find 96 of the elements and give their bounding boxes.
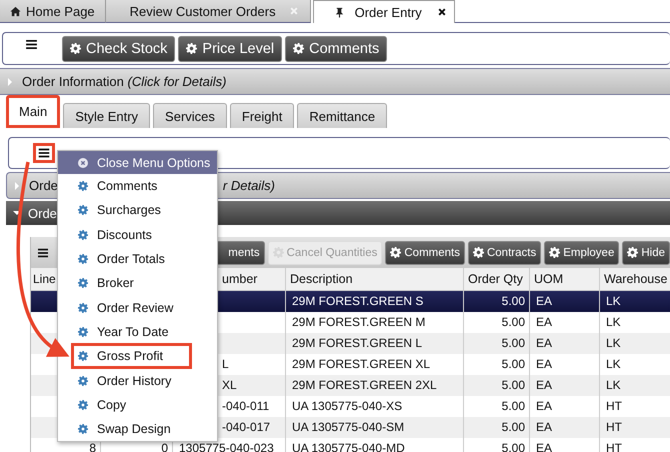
table-cell: UA 1305775-040-SM — [292, 420, 404, 434]
table-cell: 5.00 — [502, 315, 525, 329]
table-cell: LK — [606, 357, 621, 371]
table-cell: 5.00 — [502, 336, 525, 350]
column-header[interactable]: Warehouse — [604, 272, 668, 286]
table-cell: LK — [606, 336, 621, 350]
table-cell: EA — [536, 315, 552, 329]
table-cell: XL — [222, 378, 237, 392]
section-title: Order Information (Click for Details) — [22, 74, 226, 89]
expand-icon — [8, 78, 12, 86]
section-tab[interactable]: Main — [6, 95, 60, 128]
toolbar-button[interactable]: Price Level — [178, 36, 282, 62]
table-cell: -040-011 — [222, 399, 270, 413]
section-title: Orde — [29, 178, 58, 193]
gear-icon — [78, 254, 88, 264]
gear-icon — [78, 326, 88, 337]
gear-icon — [390, 247, 402, 258]
gear-icon — [78, 181, 88, 192]
table-cell: EA — [536, 399, 552, 413]
table-cell: UA 1305775-040-XS — [292, 399, 402, 413]
menu-icon[interactable] — [38, 246, 48, 258]
table-cell: EA — [536, 378, 552, 392]
section-title: Orde — [28, 206, 57, 220]
menu-item[interactable]: Order Totals — [71, 246, 172, 272]
expand-icon — [15, 182, 19, 190]
page-tab[interactable]: Order Entry — [312, 0, 455, 23]
section-tab[interactable]: Remittance — [297, 103, 388, 128]
menu-icon[interactable] — [33, 143, 55, 163]
gear-icon — [186, 43, 198, 54]
gear-icon — [78, 205, 88, 216]
close-icon — [78, 158, 88, 168]
column-header[interactable]: Line — [33, 272, 56, 286]
table-cell: 29M FOREST.GREEN L — [292, 336, 422, 350]
page-tab[interactable]: Review Customer Orders — [106, 0, 311, 23]
table-cell: 8 — [89, 441, 96, 452]
gear-icon — [78, 302, 88, 313]
table-cell: EA — [536, 357, 552, 371]
gear-icon — [78, 376, 88, 386]
gear-icon — [293, 43, 304, 54]
gear-icon — [70, 43, 81, 54]
table-cell: -040-017 — [222, 420, 270, 434]
gear-icon — [78, 424, 88, 434]
table-cell: 1305775-040-023 — [179, 441, 274, 452]
table-cell: HT — [606, 420, 622, 434]
section-tab[interactable]: Style Entry — [63, 103, 150, 128]
table-cell: 5.00 — [502, 441, 525, 452]
table-cell: 29M FOREST.GREEN S — [292, 294, 424, 308]
gear-icon — [472, 247, 484, 258]
gear-icon — [78, 351, 88, 362]
table-toolbar-button[interactable]: Hide — [622, 240, 670, 264]
table-cell: EA — [536, 420, 552, 434]
home-icon — [10, 6, 21, 16]
table-cell: LK — [606, 315, 621, 329]
column-header[interactable]: umber — [222, 272, 258, 286]
column-header[interactable]: UOM — [534, 272, 564, 286]
table-cell: 5.00 — [502, 378, 525, 392]
order-information-bar[interactable]: Order Information (Click for Details) — [0, 68, 670, 95]
toolbar-button[interactable]: Comments — [285, 36, 388, 62]
table-cell: EA — [536, 441, 552, 452]
table-cell: LK — [606, 294, 621, 308]
table-cell: 29M FOREST.GREEN M — [292, 315, 426, 329]
table-cell: 5.00 — [502, 399, 525, 413]
table-cell: HT — [606, 399, 622, 413]
menu-item[interactable]: Gross Profit — [71, 343, 192, 370]
table-toolbar-button[interactable]: Contracts — [468, 240, 542, 264]
gear-icon — [78, 400, 88, 410]
collapse-icon — [13, 211, 21, 215]
table-cell: 29M FOREST.GREEN 2XL — [292, 378, 437, 392]
table-cell: LK — [606, 378, 621, 392]
table-cell: EA — [536, 336, 552, 350]
table-cell: UA 1305775-040-MD — [292, 441, 405, 452]
column-header[interactable]: Description — [290, 272, 353, 286]
toolbar-button[interactable]: Check Stock — [62, 36, 176, 62]
column-header[interactable]: Order Qty — [468, 272, 523, 286]
gear-icon — [627, 247, 638, 258]
table-cell: L — [222, 357, 229, 371]
table-cell: 5.00 — [502, 294, 525, 308]
table-cell: 5.00 — [502, 357, 525, 371]
table-toolbar-button[interactable]: Employee — [544, 240, 620, 264]
menu-icon[interactable] — [26, 40, 37, 49]
section-tab[interactable]: Freight — [230, 103, 294, 128]
page-tab[interactable]: Home Page — [0, 0, 106, 23]
table-cell: 0 — [161, 441, 168, 452]
table-cell: 5.00 — [502, 420, 525, 434]
table-cell: EA — [536, 294, 552, 308]
table-cell: 29M FOREST.GREEN XL — [292, 357, 430, 371]
section-title: r Details) — [222, 178, 275, 193]
table-cell: HT — [606, 441, 622, 452]
gear-icon — [78, 278, 88, 288]
pin-icon — [334, 6, 345, 18]
close-icon[interactable] — [438, 8, 446, 16]
menu-item[interactable]: Comments — [71, 173, 164, 200]
section-tab[interactable]: Services — [153, 103, 227, 128]
gear-icon — [549, 247, 560, 258]
gear-icon — [78, 230, 88, 240]
table-toolbar-button[interactable]: Comments — [385, 240, 465, 264]
